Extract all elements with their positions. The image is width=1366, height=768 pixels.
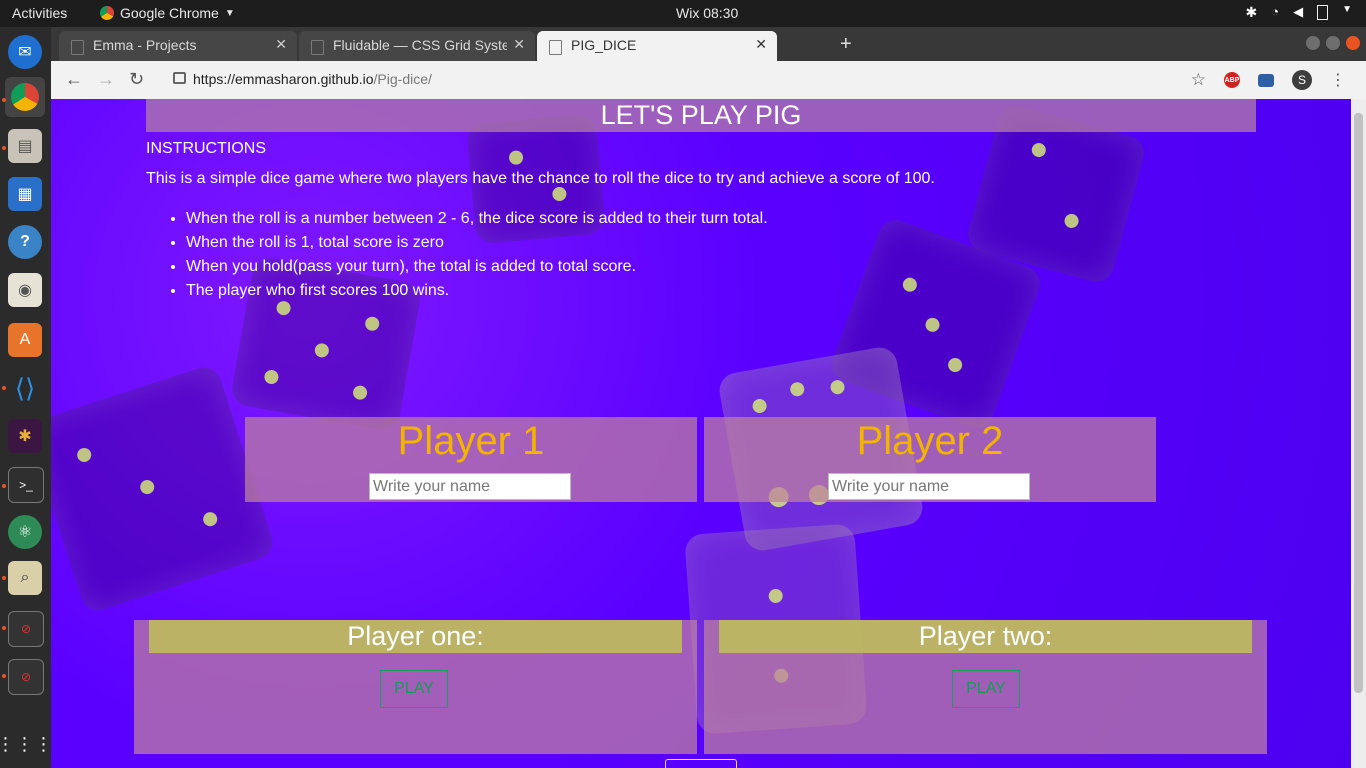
address-bar[interactable]: https://emmasharon.github.io/Pig-dice/ — [159, 66, 1209, 94]
close-icon[interactable]: ✕ — [513, 36, 525, 53]
player-2-heading: Player 2 — [856, 419, 1004, 463]
blocked-app-icon[interactable]: ⊘ — [8, 659, 44, 695]
battery-icon[interactable] — [1317, 4, 1329, 20]
player-2-name-input[interactable] — [828, 473, 1030, 500]
forward-arrow-icon[interactable]: → — [97, 69, 115, 90]
minimize-button[interactable] — [1306, 36, 1320, 50]
page-title: LET'S PLAY PIG — [146, 99, 1256, 132]
dock: ✉ ▤ ▦ ? ◉ A ⟨⟩ ✱ >_ ⚛ ⌕ ⊘ ⊘ ⋮⋮⋮ — [0, 27, 53, 768]
tab-pig-dice[interactable]: PIG_DICE ✕ — [537, 31, 777, 61]
instructions-text: This is a simple dice game where two pla… — [146, 170, 935, 187]
tab-title: Fluidable — CSS Grid Syste — [333, 37, 507, 53]
player-1-name-input[interactable] — [369, 473, 571, 500]
atom-icon[interactable]: ⚛ — [8, 515, 42, 549]
back-arrow-icon[interactable]: ← — [65, 69, 83, 90]
rule-item: When the roll is 1, total score is zero — [186, 231, 768, 255]
new-tab-button[interactable]: + — [840, 33, 852, 56]
help-icon[interactable]: ? — [8, 225, 42, 259]
instructions-heading: INSTRUCTIONS — [146, 140, 266, 157]
player-two-play-button[interactable]: PLAY — [952, 670, 1020, 708]
wifi-icon[interactable]: ◔ — [1271, 4, 1279, 20]
tab-strip: Emma - Projects ✕ Fluidable — CSS Grid S… — [51, 27, 1366, 61]
bookmark-star-icon[interactable]: ☆ — [1191, 70, 1206, 90]
player-two-board-title: Player two: — [719, 620, 1252, 653]
url-text: https://emmasharon.github.io/Pig-dice/ — [193, 71, 432, 87]
window-controls — [1306, 36, 1360, 50]
close-icon[interactable]: ✕ — [275, 36, 287, 53]
player-one-play-button[interactable]: PLAY — [380, 670, 448, 708]
show-apps-icon[interactable]: ⋮⋮⋮ — [0, 727, 53, 761]
tab-emma-projects[interactable]: Emma - Projects ✕ — [59, 31, 297, 61]
page-icon — [71, 40, 84, 55]
browser-toolbar: ← → ↻ https://emmasharon.github.io/Pig-d… — [51, 61, 1366, 100]
reload-icon[interactable]: ↻ — [129, 69, 144, 90]
player-one-board: Player one: PLAY — [134, 620, 697, 754]
software-center-icon[interactable]: A — [8, 323, 42, 357]
maximize-button[interactable] — [1326, 36, 1340, 50]
close-window-button[interactable] — [1346, 36, 1360, 50]
partial-element — [665, 759, 737, 768]
tab-fluidable[interactable]: Fluidable — CSS Grid Syste ✕ — [299, 31, 535, 61]
page-viewport: LET'S PLAY PIG INSTRUCTIONS This is a si… — [51, 99, 1351, 768]
player-1-card: Player 1 — [245, 417, 697, 502]
terminal-icon[interactable]: >_ — [8, 467, 44, 503]
extension-icon[interactable] — [1258, 73, 1274, 87]
profile-avatar[interactable]: S — [1292, 70, 1312, 90]
rule-item: When the roll is a number between 2 - 6,… — [186, 207, 768, 231]
player-two-board: Player two: PLAY — [704, 620, 1267, 754]
lock-icon — [173, 72, 186, 84]
activities-button[interactable]: Activities — [12, 5, 67, 21]
rule-item: When you hold(pass your turn), the total… — [186, 255, 768, 279]
chevron-down-icon[interactable]: ▼ — [1342, 4, 1352, 20]
player-2-card: Player 2 — [704, 417, 1156, 502]
vscode-icon[interactable]: ⟨⟩ — [8, 371, 42, 405]
scrollbar-thumb[interactable] — [1354, 113, 1363, 693]
player-one-board-title: Player one: — [149, 620, 682, 653]
close-icon[interactable]: ✕ — [755, 36, 767, 53]
menu-kebab-icon[interactable]: ⋮ — [1330, 70, 1346, 90]
writer-icon[interactable]: ▦ — [8, 177, 42, 211]
system-tray[interactable]: ✱ ◔ ◀ ▼ — [1246, 4, 1353, 20]
toolbar-extensions: ☆ ABP S ⋮ — [1191, 70, 1346, 90]
rules-list: When the roll is a number between 2 - 6,… — [146, 207, 768, 303]
slack-icon[interactable]: ✱ — [8, 419, 42, 453]
blocked-app-icon[interactable]: ⊘ — [8, 611, 44, 647]
tab-title: Emma - Projects — [93, 37, 197, 53]
page-scrollbar[interactable] — [1351, 99, 1366, 768]
app-menu[interactable]: Google Chrome ▼ — [100, 5, 235, 21]
rule-item: The player who first scores 100 wins. — [186, 279, 768, 303]
chrome-dock-icon[interactable] — [5, 77, 45, 117]
tab-title: PIG_DICE — [571, 37, 637, 53]
image-viewer-icon[interactable]: ⌕ — [8, 561, 42, 595]
thunderbird-icon[interactable]: ✉ — [8, 35, 42, 69]
page-icon — [549, 40, 562, 55]
volume-icon[interactable]: ◀ — [1293, 4, 1303, 20]
adblock-plus-icon[interactable]: ABP — [1224, 72, 1240, 88]
clock[interactable]: Wix 08:30 — [676, 5, 738, 21]
files-icon[interactable]: ▤ — [8, 129, 42, 163]
rhythmbox-icon[interactable]: ◉ — [8, 273, 42, 307]
player-1-heading: Player 1 — [397, 419, 545, 463]
slack-tray-icon[interactable]: ✱ — [1246, 4, 1258, 20]
system-top-bar: Activities Google Chrome ▼ Wix 08:30 ✱ ◔… — [0, 0, 1366, 27]
chrome-icon — [100, 6, 114, 20]
app-name: Google Chrome — [120, 5, 219, 21]
page-icon — [311, 40, 324, 55]
chevron-down-icon: ▼ — [224, 7, 235, 19]
